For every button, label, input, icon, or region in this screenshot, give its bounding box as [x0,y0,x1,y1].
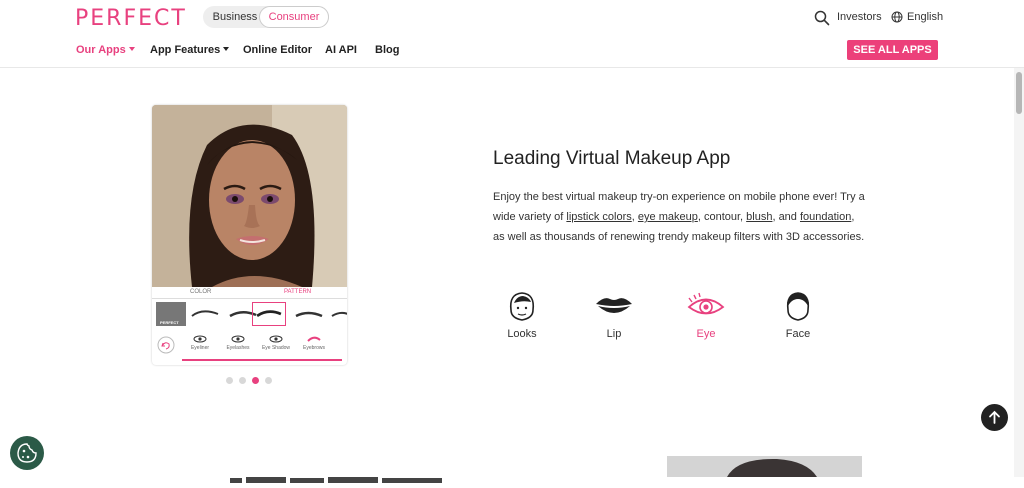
consumer-toggle-option[interactable]: Consumer [259,6,329,28]
next-section-image [667,456,862,477]
nav-app-features-label: App Features [150,44,221,56]
hero-description: Enjoy the best virtual makeup try-on exp… [493,187,868,247]
eyebrow-style-option[interactable] [292,302,326,326]
tool-eyelashes[interactable]: Eyelashes [220,335,256,351]
scrollbar-thumb[interactable] [1016,72,1022,114]
top-navigation-bar: PERFECT Business Consumer Investors Engl… [0,0,1024,68]
face-icon [786,292,810,321]
tool-eye-shadow[interactable]: Eye Shadow [258,335,294,351]
feature-lip[interactable]: Lip [584,290,644,340]
hero-title: Leading Virtual Makeup App [493,148,731,169]
globe-icon[interactable] [891,11,903,23]
cookie-icon [17,443,37,463]
feature-eye-label: Eye [696,328,716,340]
nav-app-features[interactable]: App Features [150,44,230,56]
tab-pattern[interactable]: PATTERN [284,289,311,295]
nav-our-apps[interactable]: Our Apps [76,44,135,56]
chevron-down-icon [128,47,135,51]
business-toggle-option[interactable]: Business [205,6,265,28]
tool-eyelashes-label: Eyelashes [226,345,250,351]
page-scrollbar[interactable] [1014,68,1024,477]
tool-eyeliner[interactable]: Eyeliner [182,335,218,351]
app-screenshot-carousel-slide: COLOR PATTERN PERFECT Eyeliner Eyelashes… [152,105,347,365]
language-selector[interactable]: English [907,11,943,23]
color-pattern-tabs: COLOR PATTERN [152,287,347,299]
eyebrow-style-option[interactable] [328,302,347,326]
investors-link[interactable]: Investors [837,11,882,23]
undo-icon[interactable] [157,336,175,354]
eye-icon [231,335,245,343]
carousel-dot-active[interactable] [252,377,259,384]
next-section-photo [667,456,862,477]
feature-lip-label: Lip [606,328,622,340]
hero-text: , contour, [697,211,747,223]
product-thumbnail-label: PERFECT [160,320,179,325]
eye-icon [193,335,207,343]
lip-icon [596,298,632,313]
tool-eye-shadow-label: Eye Shadow [261,345,291,351]
feature-eye[interactable]: Eye [676,290,736,340]
tool-eyebrows-label: Eyebrows [303,345,325,351]
tool-eyebrows[interactable]: Eyebrows [296,335,332,351]
carousel-dot[interactable] [239,377,246,384]
nav-our-apps-label: Our Apps [76,44,126,56]
eyebrow-style-picker: PERFECT [152,300,347,330]
eye-icon [269,335,283,343]
lipstick-colors-link[interactable]: lipstick colors [566,211,631,223]
search-icon[interactable] [814,10,830,26]
blush-link[interactable]: blush [746,211,772,223]
model-face-illustration [152,105,347,287]
carousel-dot[interactable] [226,377,233,384]
eye-makeup-link[interactable]: eye makeup [638,211,698,223]
nav-online-editor[interactable]: Online Editor [243,44,312,56]
hero-text: , and [772,211,800,223]
perfect-logo[interactable]: PERFECT [75,6,187,31]
tab-color[interactable]: COLOR [190,289,211,295]
feature-face[interactable]: Face [768,290,828,340]
back-to-top-button[interactable] [981,404,1008,431]
next-section-heading-clipped [230,477,442,483]
eye-icon [687,292,725,315]
feature-face-label: Face [785,328,811,340]
feature-looks[interactable]: Looks [492,290,552,340]
feature-looks-label: Looks [507,328,537,340]
eye-tool-bar: Eyeliner Eyelashes Eye Shadow Eyebrows [152,333,347,363]
see-all-apps-button[interactable]: SEE ALL APPS [847,40,938,60]
looks-face-icon [509,292,535,321]
chevron-down-icon [223,47,230,51]
nav-ai-api[interactable]: AI API [325,44,357,56]
next-section-heading [230,470,460,483]
eyebrow-style-option-selected[interactable] [252,302,286,326]
eyebrow-style-option[interactable] [188,302,222,326]
carousel-dot[interactable] [265,377,272,384]
eyebrow-icon [307,336,321,342]
tool-eyeliner-label: Eyeliner [190,345,210,351]
model-face-photo [152,105,347,287]
tool-bar-underline [182,359,342,361]
cookie-settings-button[interactable] [10,436,44,470]
foundation-link[interactable]: foundation [800,211,851,223]
nav-blog[interactable]: Blog [375,44,399,56]
arrow-up-icon [989,410,1000,424]
business-consumer-toggle: Business Consumer [203,6,329,28]
product-thumbnail[interactable]: PERFECT [156,302,186,326]
